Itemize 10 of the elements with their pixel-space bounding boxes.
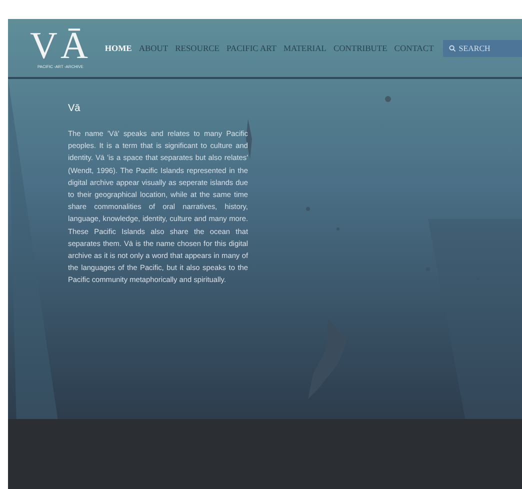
logo-mark: VĀ: [30, 28, 91, 64]
nav-link[interactable]: RESOURCE: [175, 43, 220, 53]
section-heading: Vā: [68, 103, 82, 114]
nav-link[interactable]: MATERIAL: [283, 43, 326, 53]
nav-link[interactable]: PACIFIC ART: [226, 43, 276, 53]
search-field[interactable]: SEARCH: [442, 40, 522, 56]
nav-link[interactable]: HOME: [104, 43, 132, 53]
nav-link[interactable]: CONTRIBUTE: [333, 43, 388, 53]
nav-link[interactable]: ABOUT: [138, 43, 168, 53]
nav-link[interactable]: CONTACT: [394, 43, 434, 53]
